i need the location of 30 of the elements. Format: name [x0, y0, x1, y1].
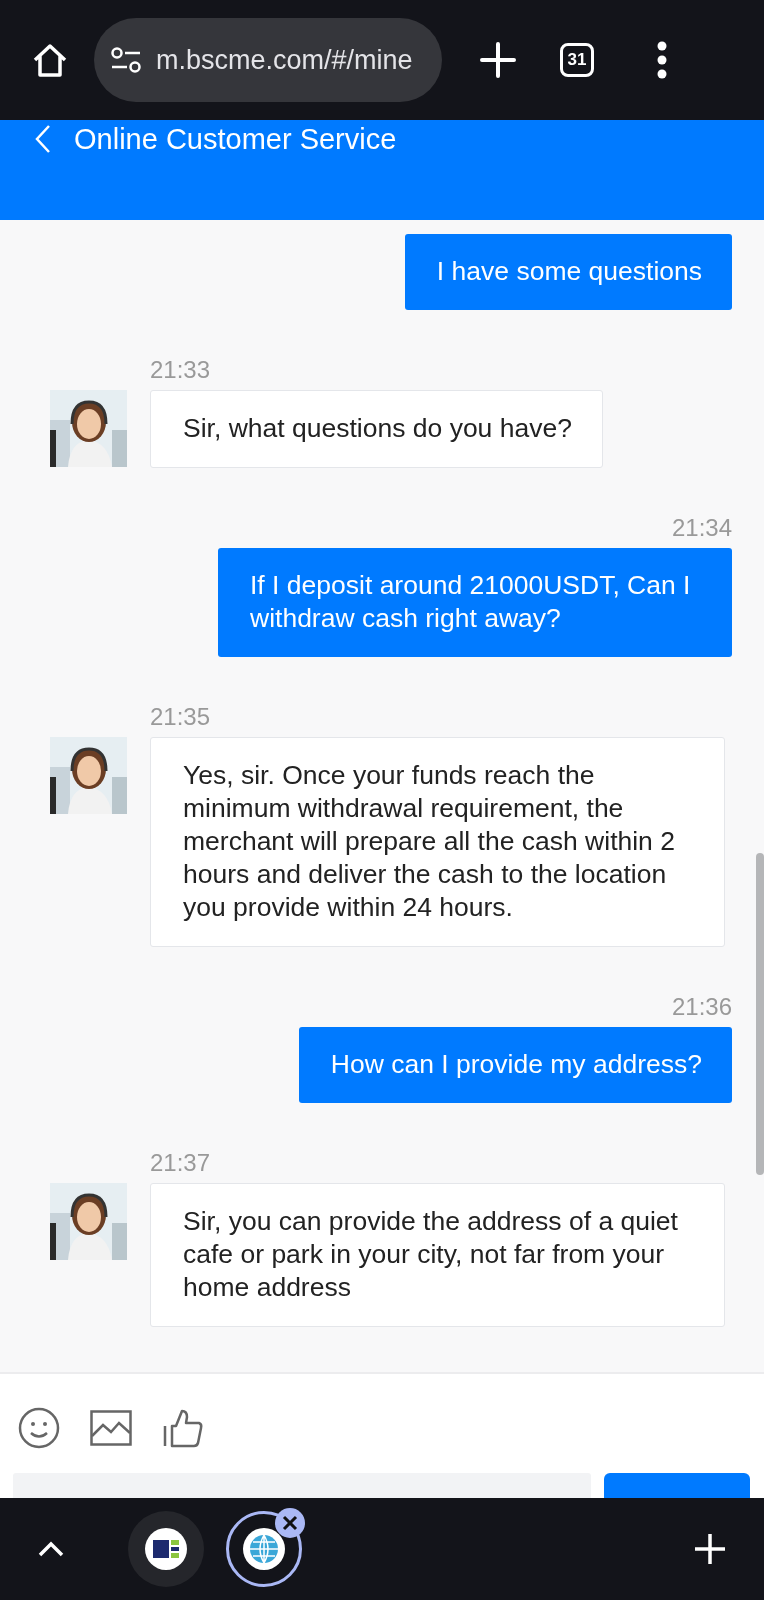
message-time: 21:34	[671, 513, 732, 543]
back-icon[interactable]	[34, 124, 52, 154]
page-title: Online Customer Service	[74, 122, 397, 156]
site-settings-icon[interactable]	[110, 45, 142, 75]
globe-icon	[243, 1528, 285, 1570]
message-time: 21:36	[671, 992, 732, 1022]
sent-message: If I deposit around 21000USDT, Can I withdraw cash right away?	[218, 548, 732, 657]
address-bar[interactable]: m.bscme.com/#/mine	[94, 18, 442, 102]
message-input[interactable]	[13, 1473, 591, 1498]
thumbs-up-icon[interactable]	[162, 1408, 204, 1448]
sent-message: I have some questions	[404, 234, 732, 310]
add-icon[interactable]	[694, 1533, 726, 1565]
new-tab-icon[interactable]	[480, 42, 516, 78]
emoji-icon[interactable]	[18, 1407, 60, 1449]
message-time: 21:33	[150, 355, 211, 385]
menu-icon[interactable]	[656, 41, 668, 79]
scrollbar[interactable]	[756, 853, 764, 1175]
url-text: m.bscme.com/#/mine	[156, 44, 413, 76]
sent-message: How can I provide my address?	[298, 1027, 732, 1103]
message-time: 21:35	[150, 702, 211, 732]
close-icon[interactable]	[275, 1508, 305, 1538]
received-message: Sir, you can provide the address of a quiet cafe or park in your city, not far from your home address	[150, 1183, 725, 1327]
received-message: Yes, sir. Once your funds reach the minimum withdrawal requirement, the merchant will prepare all the cash within 2 hours and deliver the cash to the location you provide within 24 hours.	[150, 737, 725, 947]
image-icon[interactable]	[90, 1410, 132, 1446]
site-logo-icon	[145, 1528, 187, 1570]
message-time: 21:37	[150, 1148, 211, 1178]
tab-count[interactable]: 31	[560, 43, 594, 77]
received-message: Sir, what questions do you have?	[150, 390, 603, 468]
chevron-up-icon[interactable]	[38, 1541, 64, 1557]
tab-button[interactable]	[226, 1511, 302, 1587]
